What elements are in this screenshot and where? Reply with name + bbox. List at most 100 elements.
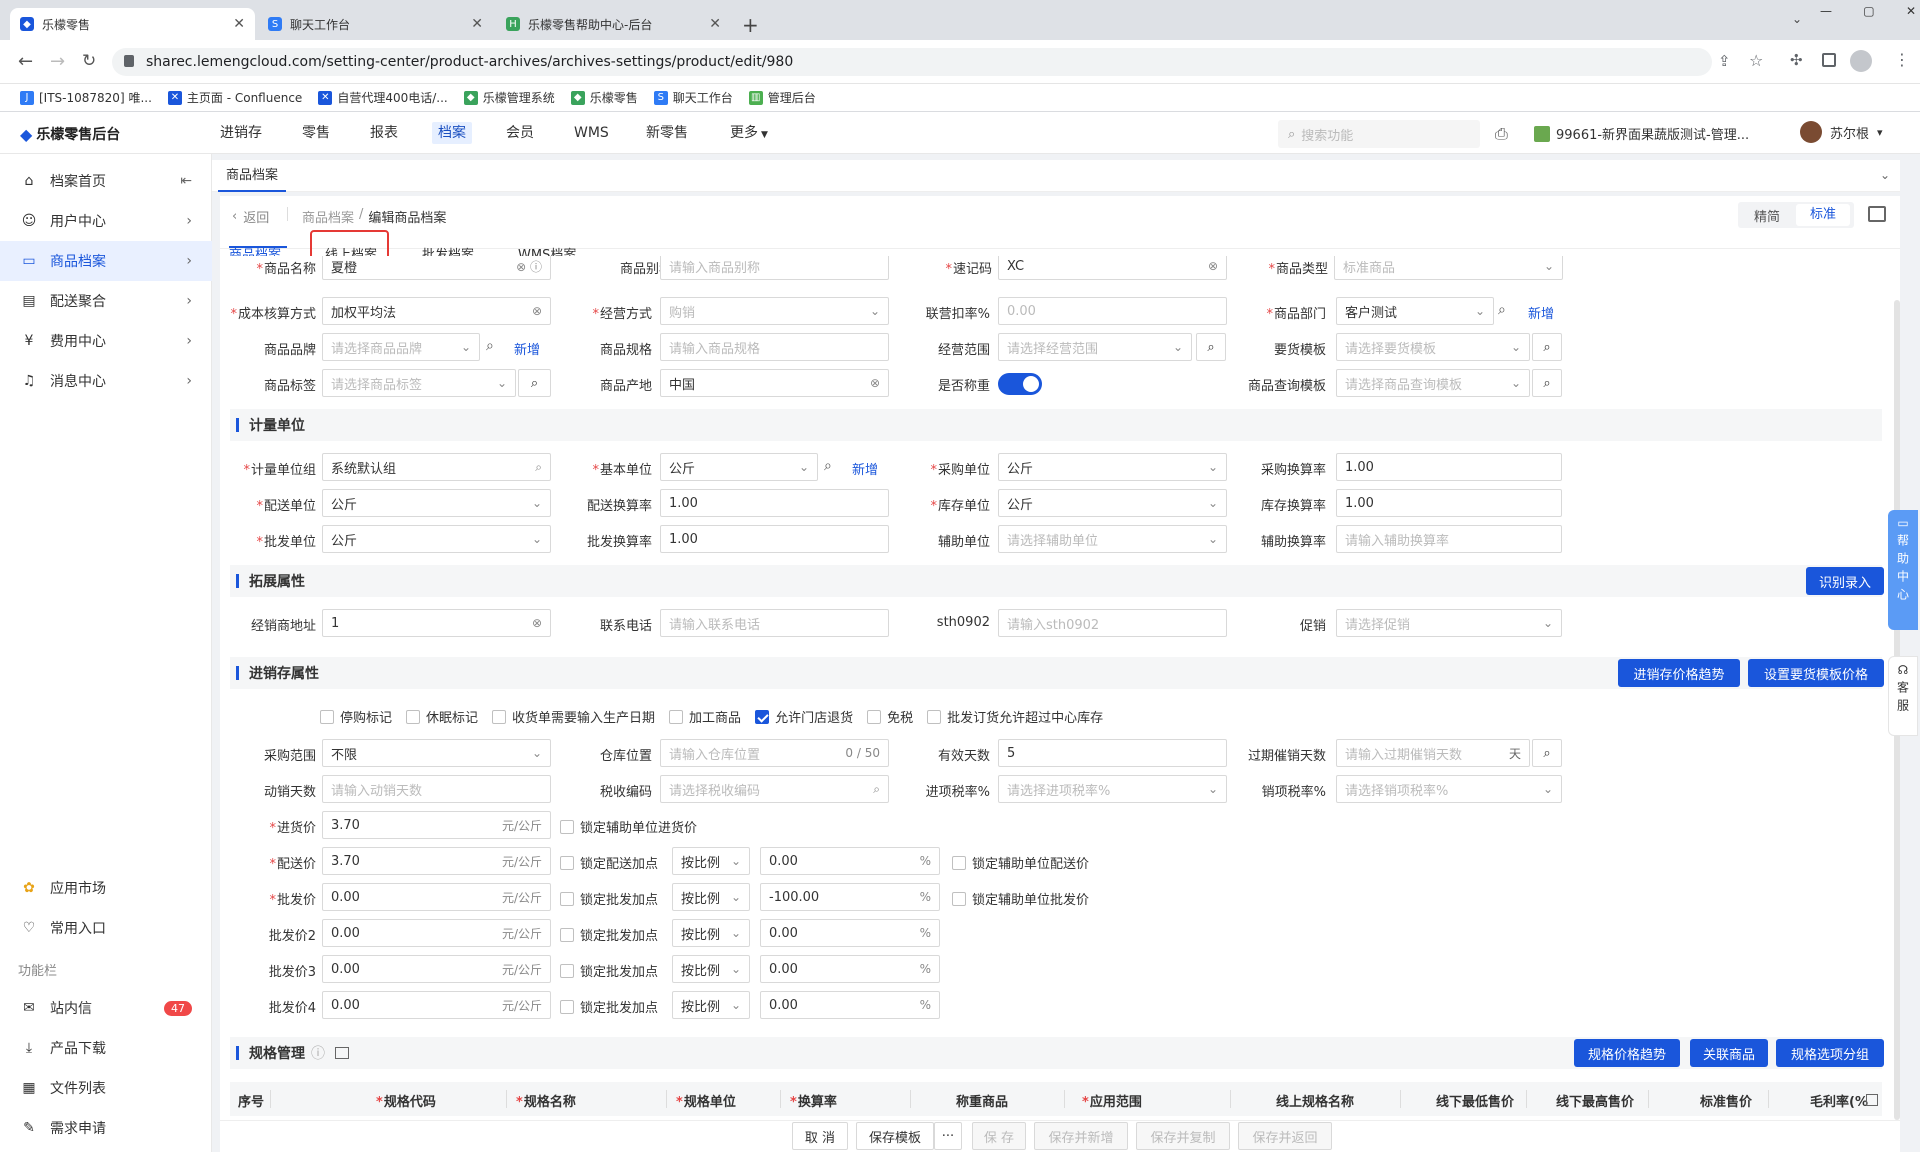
printer-icon[interactable]: ⎙ — [1495, 124, 1508, 144]
over-stock-checkbox[interactable]: 批发订货允许超过中心库存 — [927, 707, 1103, 726]
sidebar-item-product[interactable]: ▭ 商品档案 › — [0, 241, 212, 281]
tpl-price-button[interactable]: 设置要货模板价格 — [1748, 659, 1884, 687]
dept-add-link[interactable]: 新增 — [1528, 303, 1554, 322]
page-tab-product[interactable]: 商品档案 — [218, 160, 287, 192]
nav-more[interactable]: 更多 ▼ — [730, 112, 768, 154]
delivery-mode-select[interactable]: 按比例 ⌄ — [672, 847, 750, 875]
scope-select[interactable]: 请选择经营范围 ⌄ — [998, 333, 1192, 361]
reload-icon[interactable]: ↻ — [82, 51, 96, 71]
help-center-float[interactable]: ▭ 帮助中心 — [1888, 510, 1918, 630]
code-input[interactable]: XC ⊗ — [998, 256, 1227, 280]
save-template-button[interactable]: 保存模板 — [856, 1122, 934, 1150]
minimize-icon[interactable]: — — [1820, 4, 1832, 20]
in-tax-select[interactable]: 请选择进项税率% ⌄ — [998, 775, 1227, 803]
delivery-rate-input[interactable]: 1.00 — [660, 489, 889, 517]
sidebar-item-download[interactable]: ⤓ 产品下载 — [0, 1028, 212, 1068]
sidebar-item-inbox[interactable]: ✉ 站内信 47 — [0, 988, 212, 1028]
sidebar-toggle-icon[interactable] — [1822, 53, 1836, 67]
bookmark-its[interactable]: J [ITS-1087820] 唯... — [20, 89, 152, 106]
wholesale-price-input[interactable]: 0.00 元/公斤 — [322, 883, 551, 911]
sth-input[interactable]: 请输入sth0902 — [998, 609, 1227, 637]
nav-jxc[interactable]: 进销存 — [220, 112, 262, 154]
move-days-input[interactable]: 请输入动销天数 — [322, 775, 551, 803]
function-search[interactable]: ⌕ 搜索功能 — [1278, 120, 1480, 148]
type-select[interactable]: 标准商品 ⌄ — [1334, 256, 1563, 280]
stop-purchase-checkbox[interactable]: 停购标记 — [320, 707, 392, 726]
more-options-button[interactable]: ··· — [934, 1122, 962, 1150]
search-icon[interactable]: ⌕ — [1196, 333, 1226, 361]
wholesale2-mode-select[interactable]: 按比例 ⌄ — [672, 919, 750, 947]
bookmark-retail[interactable]: ◆ 乐檬零售 — [570, 89, 638, 106]
url-input[interactable]: sharec.lemengcloud.com/setting-center/pr… — [112, 48, 1712, 76]
chevron-down-icon[interactable]: ⌄ — [1792, 12, 1802, 26]
view-simple[interactable]: 精简 — [1738, 206, 1796, 225]
price-trend-button[interactable]: 进销存价格趋势 — [1618, 659, 1740, 687]
sidebar-item-message[interactable]: ♫ 消息中心 › — [0, 361, 212, 401]
back-link[interactable]: ‹ 返回 — [232, 207, 269, 226]
link-product-button[interactable]: 关联商品 — [1690, 1039, 1768, 1067]
nav-new-retail[interactable]: 新零售 — [646, 112, 688, 154]
wholesale2-input[interactable]: 0.00 元/公斤 — [322, 919, 551, 947]
back-arrow-icon[interactable]: ← — [18, 51, 33, 72]
spec-trend-button[interactable]: 规格价格趋势 — [1574, 1039, 1680, 1067]
dormant-checkbox[interactable]: 休眠标记 — [406, 707, 478, 726]
promo-select[interactable]: 请选择促销 ⌄ — [1336, 609, 1562, 637]
base-unit-select[interactable]: 公斤 ⌄ — [660, 453, 818, 481]
wholesale2-pct-input[interactable]: 0.00% — [760, 919, 940, 947]
search-icon[interactable]: ⌕ — [486, 338, 494, 354]
nav-wms[interactable]: WMS — [574, 112, 609, 154]
close-icon[interactable]: ✕ — [471, 16, 483, 32]
tag-select[interactable]: 请选择商品标签 ⌄ — [322, 369, 516, 397]
sidebar-item-delivery[interactable]: ▤ 配送聚合 › — [0, 281, 212, 321]
lock-wholesale-add-checkbox[interactable]: 锁定批发加点 — [560, 889, 658, 908]
cancel-button[interactable]: 取 消 — [792, 1122, 848, 1150]
wholesale3-input[interactable]: 0.00 元/公斤 — [322, 955, 551, 983]
lock-aux-delivery-checkbox[interactable]: 锁定辅助单位配送价 — [952, 853, 1089, 872]
spec-input[interactable]: 请输入商品规格 — [660, 333, 889, 361]
share-icon[interactable]: ⇪ — [1718, 52, 1731, 70]
brand-add-link[interactable]: 新增 — [514, 339, 540, 358]
save-new-button[interactable]: 保存并新增 — [1034, 1122, 1128, 1150]
range-select[interactable]: 不限 ⌄ — [322, 739, 551, 767]
sidebar-item-request[interactable]: ✎ 需求申请 — [0, 1108, 212, 1148]
save-return-button[interactable]: 保存并返回 — [1238, 1122, 1332, 1150]
lock-wholesale4-checkbox[interactable]: 锁定批发加点 — [560, 997, 658, 1016]
close-window-icon[interactable]: ✕ — [1906, 4, 1916, 20]
browser-tab-help[interactable]: H 乐檬零售帮助中心-后台 ✕ — [496, 8, 731, 40]
location-input[interactable]: 请输入仓库位置 0 / 50 — [660, 739, 889, 767]
wholesale3-pct-input[interactable]: 0.00% — [760, 955, 940, 983]
chevron-down-icon[interactable]: ⌄ — [1880, 168, 1890, 182]
forward-arrow-icon[interactable]: → — [50, 51, 65, 72]
view-standard[interactable]: 标准 — [1796, 204, 1850, 226]
browser-tab-lemeng[interactable]: ◆ 乐檬零售 ✕ — [10, 8, 255, 40]
save-copy-button[interactable]: 保存并复制 — [1136, 1122, 1230, 1150]
phone-input[interactable]: 请输入联系电话 — [660, 609, 889, 637]
customer-service-float[interactable]: ☊ 客服 — [1888, 656, 1918, 736]
search-icon[interactable]: ⌕ — [1498, 302, 1506, 318]
sidebar-item-favorites[interactable]: ♡ 常用入口 — [0, 908, 212, 948]
cost-input[interactable]: 加权平均法 ⊗ — [322, 297, 551, 325]
processed-checkbox[interactable]: 加工商品 — [669, 707, 741, 726]
info-icon[interactable]: ⓘ — [311, 1043, 325, 1063]
nav-retail[interactable]: 零售 — [302, 112, 330, 154]
name-input[interactable]: 夏橙 ⊗ ⓘ — [322, 256, 551, 280]
sidebar-item-fee[interactable]: ¥ 费用中心 › — [0, 321, 212, 361]
joint-rate-input[interactable]: 0.00 — [998, 297, 1227, 325]
wholesale3-mode-select[interactable]: 按比例 ⌄ — [672, 955, 750, 983]
bookmark-chat[interactable]: S 聊天工作台 — [653, 89, 733, 106]
close-icon[interactable]: ✕ — [709, 16, 721, 32]
delivery-price-input[interactable]: 3.70 元/公斤 — [322, 847, 551, 875]
expire-days-input[interactable]: 请输入过期催销天数天 — [1336, 739, 1530, 767]
user-menu[interactable]: 苏尔根 ▾ — [1800, 121, 1883, 143]
purchase-unit-select[interactable]: 公斤 ⌄ — [998, 453, 1227, 481]
valid-days-input[interactable]: 5 — [998, 739, 1227, 767]
collapse-icon[interactable]: ⇤ — [180, 173, 192, 189]
wholesale-mode-select[interactable]: 按比例 ⌄ — [672, 883, 750, 911]
lock-wholesale3-checkbox[interactable]: 锁定批发加点 — [560, 961, 658, 980]
layout-icon[interactable] — [1868, 206, 1886, 222]
purchase-rate-input[interactable]: 1.00 — [1336, 453, 1562, 481]
lock-aux-purchase-checkbox[interactable]: 锁定辅助单位进货价 — [560, 817, 697, 836]
wholesale-unit-select[interactable]: 公斤 ⌄ — [322, 525, 551, 553]
origin-input[interactable]: 中国 ⊗ — [660, 369, 889, 397]
wholesale4-mode-select[interactable]: 按比例 ⌄ — [672, 991, 750, 1019]
